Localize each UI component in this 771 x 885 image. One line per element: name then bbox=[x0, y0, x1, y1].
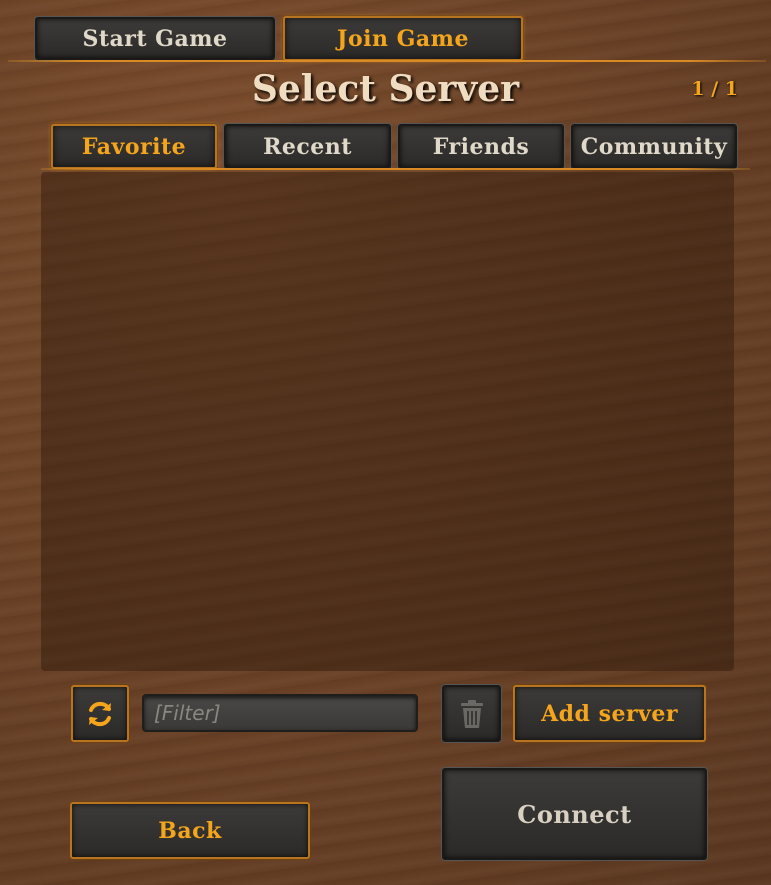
add-server-button[interactable]: Add server bbox=[513, 685, 706, 742]
tab-join-game[interactable]: Join Game bbox=[283, 16, 523, 61]
join-game-panel: Start Game Join Game Select Server 1 / 1… bbox=[0, 0, 771, 885]
page-counter: 1 / 1 bbox=[691, 78, 738, 100]
refresh-button[interactable] bbox=[71, 685, 129, 742]
tab-recent[interactable]: Recent bbox=[224, 124, 391, 169]
server-list[interactable] bbox=[41, 172, 734, 671]
delete-server-button[interactable] bbox=[442, 685, 501, 742]
page-title: Select Server bbox=[251, 68, 520, 110]
top-divider bbox=[8, 60, 766, 62]
refresh-icon bbox=[85, 699, 115, 729]
tab-community[interactable]: Community bbox=[571, 124, 737, 169]
filter-input[interactable] bbox=[142, 694, 418, 732]
tab-start-game[interactable]: Start Game bbox=[35, 17, 275, 60]
connect-button[interactable]: Connect bbox=[442, 768, 707, 860]
tab-favorite[interactable]: Favorite bbox=[51, 124, 217, 169]
back-button[interactable]: Back bbox=[70, 802, 310, 859]
tabs-divider bbox=[41, 168, 750, 170]
trash-icon bbox=[459, 698, 485, 730]
tab-friends[interactable]: Friends bbox=[398, 124, 564, 169]
